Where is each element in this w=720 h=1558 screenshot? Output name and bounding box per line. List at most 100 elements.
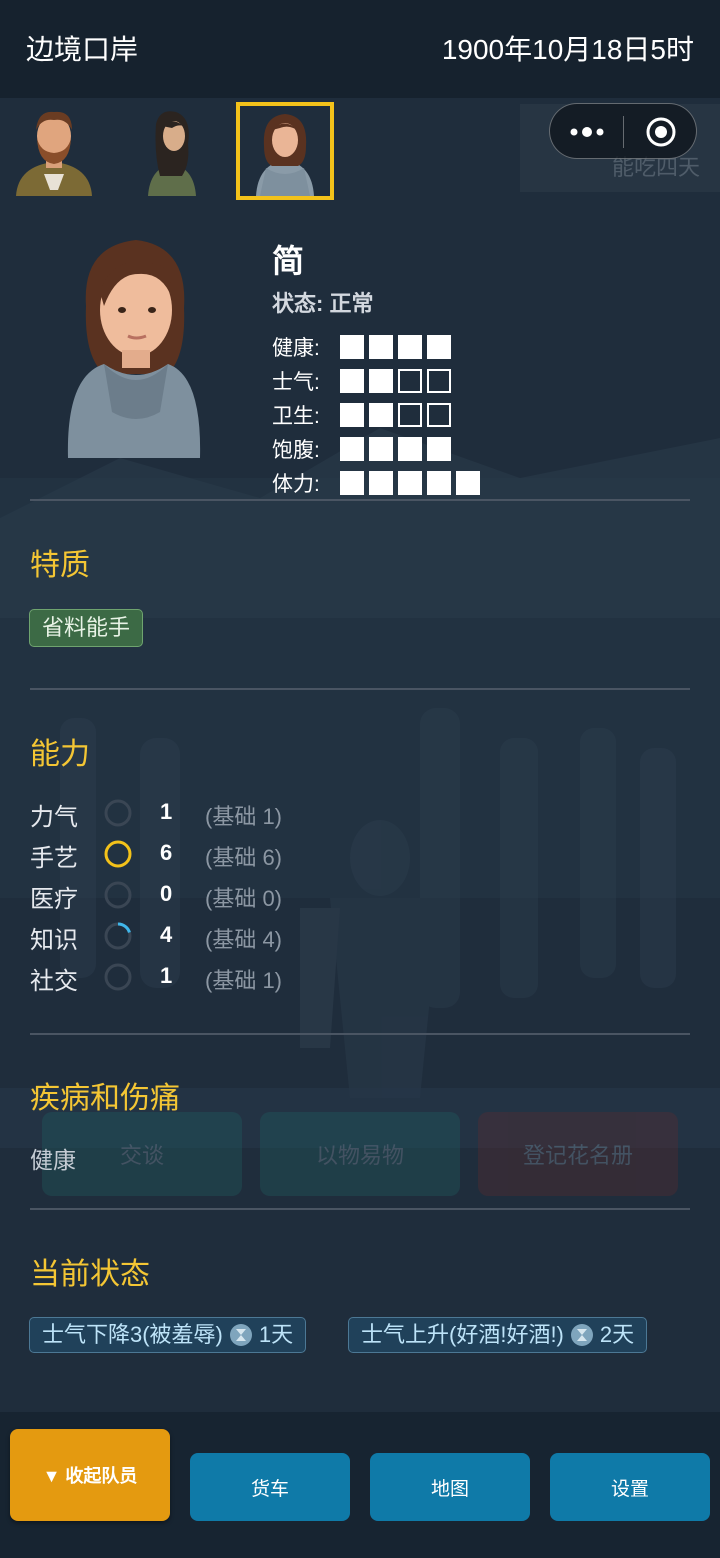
stat-box-filled bbox=[369, 437, 393, 461]
stat-row: 健康: bbox=[272, 332, 451, 362]
truck-button[interactable]: 货车 bbox=[190, 1453, 350, 1521]
section-divider bbox=[30, 688, 690, 690]
party-member-avatar[interactable] bbox=[8, 104, 100, 196]
close-target-icon[interactable] bbox=[645, 116, 677, 148]
ability-row[interactable]: 手艺 6 (基础 6) bbox=[30, 838, 350, 874]
stat-box-filled bbox=[427, 335, 451, 359]
ability-base: (基础 0) bbox=[205, 886, 283, 911]
status-effect-duration: 1天 bbox=[258, 1322, 294, 1347]
ability-name: 力气 bbox=[30, 804, 78, 831]
abilities-title: 能力 bbox=[30, 738, 90, 771]
jane-portrait-icon bbox=[67, 240, 201, 458]
stat-box-filled bbox=[340, 335, 364, 359]
status-effect-tag[interactable]: 士气上升(好酒!好酒!) 2天 bbox=[348, 1317, 648, 1353]
character-portrait bbox=[64, 236, 204, 458]
illness-value: 健康 bbox=[30, 1147, 76, 1173]
settings-button[interactable]: 设置 bbox=[550, 1453, 710, 1521]
ability-row[interactable]: 社交 1 (基础 1) bbox=[30, 961, 350, 997]
stat-label: 健康: bbox=[272, 337, 320, 360]
party-member-avatar-selected[interactable] bbox=[236, 102, 334, 200]
stat-box-filled bbox=[398, 471, 422, 495]
character-name: 简 bbox=[272, 243, 305, 279]
stat-box-filled bbox=[398, 335, 422, 359]
ability-progress-ring-icon bbox=[104, 840, 132, 868]
stat-box-filled bbox=[340, 437, 364, 461]
stat-box-filled bbox=[427, 471, 451, 495]
stat-row: 卫生: bbox=[272, 400, 451, 430]
status-effect-tag[interactable]: 士气下降3(被羞辱) 1天 bbox=[29, 1317, 307, 1353]
stat-meter bbox=[340, 437, 451, 461]
ability-value: 0 bbox=[160, 881, 173, 906]
ability-value: 4 bbox=[160, 922, 173, 947]
capsule-separator bbox=[623, 116, 624, 148]
ability-base: (基础 1) bbox=[205, 968, 283, 993]
ability-row[interactable]: 医疗 0 (基础 0) bbox=[30, 879, 350, 915]
stat-box-filled bbox=[369, 403, 393, 427]
stat-meter bbox=[340, 471, 480, 495]
trait-badge[interactable]: 省料能手 bbox=[29, 609, 144, 647]
stat-meter bbox=[340, 403, 451, 427]
stat-box-filled bbox=[427, 437, 451, 461]
ability-name: 医疗 bbox=[30, 886, 78, 913]
ghost-talk-label: 交谈 bbox=[119, 1143, 164, 1168]
ability-base: (基础 4) bbox=[205, 927, 283, 952]
stat-box-filled bbox=[456, 471, 480, 495]
stat-meter bbox=[340, 335, 451, 359]
ability-value: 1 bbox=[160, 799, 173, 824]
game-datetime: 1900年10月18日5时 bbox=[441, 34, 694, 65]
illness-title: 疾病和伤痛 bbox=[30, 1082, 180, 1115]
stat-box-empty bbox=[427, 369, 451, 393]
ability-value: 6 bbox=[160, 840, 173, 865]
stat-box-empty bbox=[398, 369, 422, 393]
dark-haired-woman-avatar-icon bbox=[148, 111, 196, 196]
stat-label: 士气: bbox=[272, 371, 320, 394]
ghost-register-label: 登记花名册 bbox=[522, 1143, 633, 1168]
stat-meter bbox=[340, 369, 451, 393]
stat-box-empty bbox=[427, 403, 451, 427]
ability-progress-ring-icon bbox=[104, 799, 132, 827]
section-divider bbox=[30, 1208, 690, 1210]
party-member-avatar[interactable] bbox=[126, 104, 218, 196]
ability-row[interactable]: 力气 1 (基础 1) bbox=[30, 797, 350, 833]
section-divider bbox=[30, 499, 690, 501]
section-divider bbox=[30, 1033, 690, 1035]
status-effect-duration: 2天 bbox=[599, 1322, 635, 1347]
stat-row: 饱腹: bbox=[272, 434, 451, 464]
ability-base: (基础 1) bbox=[205, 804, 283, 829]
ability-progress-ring-icon bbox=[104, 963, 132, 991]
jane-avatar-icon bbox=[256, 114, 314, 196]
status-effect-text: 士气上升(好酒!好酒!) bbox=[361, 1322, 564, 1347]
traits-title: 特质 bbox=[30, 549, 90, 582]
ghost-barter-button: 以物易物 bbox=[260, 1112, 460, 1196]
stat-box-empty bbox=[398, 403, 422, 427]
ghost-barter-label: 以物易物 bbox=[315, 1143, 404, 1168]
stat-label: 卫生: bbox=[272, 405, 320, 428]
stat-label: 饱腹: bbox=[272, 439, 320, 462]
bearded-man-avatar-icon bbox=[16, 111, 92, 196]
stat-box-filled bbox=[340, 403, 364, 427]
ability-name: 社交 bbox=[30, 968, 78, 995]
collapse-party-button[interactable]: ▼ 收起队员 bbox=[10, 1429, 170, 1521]
hourglass-icon bbox=[229, 1324, 252, 1346]
ability-row[interactable]: 知识 4 (基础 4) bbox=[30, 920, 350, 956]
status-effect-text: 士气下降3(被羞辱) bbox=[42, 1322, 223, 1347]
ability-progress-ring-icon bbox=[104, 881, 132, 909]
ability-progress-ring-icon bbox=[104, 922, 132, 950]
stat-row: 士气: bbox=[272, 366, 451, 396]
stat-box-filled bbox=[340, 369, 364, 393]
top-bar: 边境口岸 1900年10月18日5时 bbox=[0, 0, 720, 98]
stat-box-filled bbox=[369, 471, 393, 495]
ability-base: (基础 6) bbox=[205, 845, 283, 870]
miniprogram-capsule[interactable] bbox=[549, 103, 697, 159]
character-status: 状态: 正常 bbox=[272, 291, 374, 316]
stat-label: 体力: bbox=[272, 473, 320, 496]
location-title: 边境口岸 bbox=[26, 34, 139, 65]
more-dots-icon[interactable] bbox=[568, 122, 606, 142]
map-button[interactable]: 地图 bbox=[370, 1453, 530, 1521]
stat-row: 体力: bbox=[272, 468, 480, 498]
ghost-register-button: 登记花名册 bbox=[478, 1112, 678, 1196]
current-status-title: 当前状态 bbox=[30, 1258, 150, 1291]
ability-name: 知识 bbox=[30, 927, 78, 954]
stat-box-filled bbox=[369, 335, 393, 359]
stat-box-filled bbox=[369, 369, 393, 393]
